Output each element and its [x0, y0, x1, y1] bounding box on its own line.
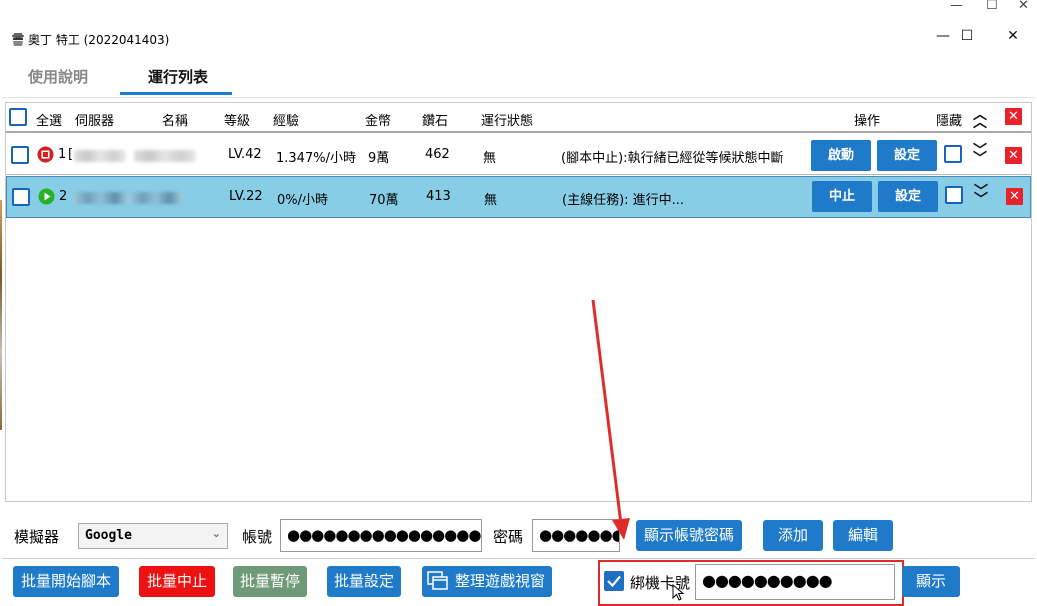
run-list-table: 全選 伺服器 名稱 等級 經驗 金幣 鑽石 運行狀態 操作 隱藏 ︿ ︿ ✕ 1 … [5, 102, 1032, 502]
table-header: 全選 伺服器 名稱 等級 經驗 金幣 鑽石 運行狀態 操作 隱藏 ︿ ︿ ✕ [6, 103, 1031, 133]
tab-instructions[interactable]: 使用說明 [28, 66, 88, 87]
password-label: 密碼 [493, 528, 524, 546]
header-select-all: 全選 [36, 114, 63, 129]
bind-card-field[interactable]: ●●●●●●●●●● [695, 564, 895, 600]
windows-icon [427, 571, 448, 590]
arrange-windows-label: 整理遊戲視窗 [454, 572, 545, 590]
delete-row-icon[interactable]: ✕ [1006, 188, 1023, 205]
row-index: 1 [58, 147, 67, 162]
row-exp: 0%/小時 [277, 193, 329, 208]
maximize-button[interactable]: ☐ [952, 28, 982, 48]
batch-start-button[interactable]: 批量開始腳本 [13, 566, 119, 597]
row-exp: 1.347%/小時 [276, 151, 356, 166]
row-server: [ [68, 147, 74, 162]
batch-pause-button[interactable]: 批量暫停 [233, 566, 307, 597]
row-message: (主線任務): 進行中... [562, 193, 685, 208]
app-window: 奧丁 特工 (2022041403) — ☐ ✕ 使用說明 運行列表 全選 伺服… [2, 14, 1035, 606]
control-panel: 模擬器 Google ⌄ 帳號 ●●●●●●●●●●●●●●●●●●●● 密碼 … [2, 500, 1035, 606]
select-all-checkbox[interactable] [9, 108, 27, 126]
divider [2, 558, 1035, 559]
tab-run-list[interactable]: 運行列表 [148, 66, 208, 87]
row-checkbox[interactable] [11, 146, 29, 164]
row-message: (腳本中止):執行緒已經從等候狀態中斷 [561, 151, 784, 166]
mouse-cursor-icon [672, 584, 685, 601]
account-field[interactable]: ●●●●●●●●●●●●●●●●●●●● [280, 519, 482, 552]
title-bar: 奧丁 特工 (2022041403) — ☐ ✕ [2, 14, 1035, 54]
row-gold: 70萬 [369, 193, 399, 208]
outer-window-controls: — ☐ ✕ [0, 0, 1037, 14]
batch-stop-button[interactable]: 批量中止 [139, 566, 215, 597]
header-exp: 經驗 [273, 114, 300, 129]
window-title: 奧丁 特工 (2022041403) [28, 33, 170, 47]
expand-icon[interactable]: ﹀ ﹀ [973, 144, 987, 166]
table-row[interactable]: 2 LV.22 0%/小時 70萬 413 無 (主線任務): 進行中... 中… [6, 176, 1031, 218]
batch-settings-button[interactable]: 批量設定 [327, 566, 401, 597]
row-level: LV.22 [229, 189, 263, 204]
row-level: LV.42 [228, 147, 262, 162]
row-run-status: 無 [484, 193, 498, 208]
outer-minimize-button[interactable]: — [950, 0, 963, 13]
collapse-all-icon[interactable]: ︿ ︿ [973, 108, 987, 130]
header-server: 伺服器 [75, 114, 115, 129]
play-icon [38, 188, 55, 205]
row-index: 2 [59, 189, 68, 204]
settings-button[interactable]: 設定 [878, 181, 938, 212]
stop-button[interactable]: 中止 [812, 181, 872, 212]
edit-button[interactable]: 編輯 [833, 520, 893, 551]
settings-button[interactable]: 設定 [877, 140, 937, 171]
table-row[interactable]: 1 [ LV.42 1.347%/小時 9萬 462 無 (腳本中止):執行緒已… [6, 135, 1031, 175]
header-hide: 隱藏 [936, 114, 963, 129]
stop-icon [37, 146, 54, 163]
show-button[interactable]: 顯示 [902, 566, 960, 597]
active-tab-indicator [120, 92, 232, 95]
arrange-windows-button[interactable]: 整理遊戲視窗 [422, 566, 552, 597]
start-button[interactable]: 啟動 [811, 140, 871, 171]
row-run-status: 無 [483, 151, 497, 166]
row-checkbox[interactable] [12, 188, 30, 206]
spy-icon [12, 33, 24, 46]
header-gold: 金幣 [365, 114, 392, 129]
emulator-label: 模擬器 [14, 528, 60, 546]
show-credentials-button[interactable]: 顯示帳號密碼 [636, 520, 742, 551]
header-operation: 操作 [854, 114, 881, 129]
close-button[interactable]: ✕ [998, 28, 1028, 48]
redacted-server [73, 192, 129, 204]
header-name: 名稱 [162, 114, 189, 129]
checkmark-icon [607, 575, 621, 588]
header-level: 等級 [224, 114, 251, 129]
bind-card-checkbox[interactable] [604, 571, 624, 591]
hide-checkbox[interactable] [945, 186, 963, 204]
account-label: 帳號 [242, 528, 273, 546]
delete-row-icon[interactable]: ✕ [1005, 147, 1022, 164]
add-button[interactable]: 添加 [763, 520, 823, 551]
expand-icon[interactable]: ﹀ ﹀ [974, 185, 988, 207]
hide-checkbox[interactable] [944, 145, 962, 163]
redacted-name [134, 150, 196, 162]
outer-close-button[interactable]: ✕ [1018, 0, 1029, 13]
tab-bar: 使用說明 運行列表 [2, 58, 1035, 98]
password-field[interactable]: ●●●●●●●● [532, 519, 620, 552]
row-gold: 9萬 [368, 151, 390, 166]
emulator-value: Google [85, 528, 132, 543]
row-diamond: 413 [426, 189, 451, 204]
emulator-select[interactable]: Google ⌄ [78, 523, 228, 549]
outer-maximize-button[interactable]: ☐ [986, 0, 998, 13]
header-diamond: 鑽石 [422, 114, 449, 129]
header-run-status: 運行狀態 [481, 114, 534, 129]
delete-all-icon[interactable]: ✕ [1005, 108, 1022, 125]
redacted-server [74, 150, 126, 162]
redacted-name [129, 192, 183, 204]
row-diamond: 462 [425, 147, 450, 162]
chevron-down-icon: ⌄ [211, 527, 221, 540]
